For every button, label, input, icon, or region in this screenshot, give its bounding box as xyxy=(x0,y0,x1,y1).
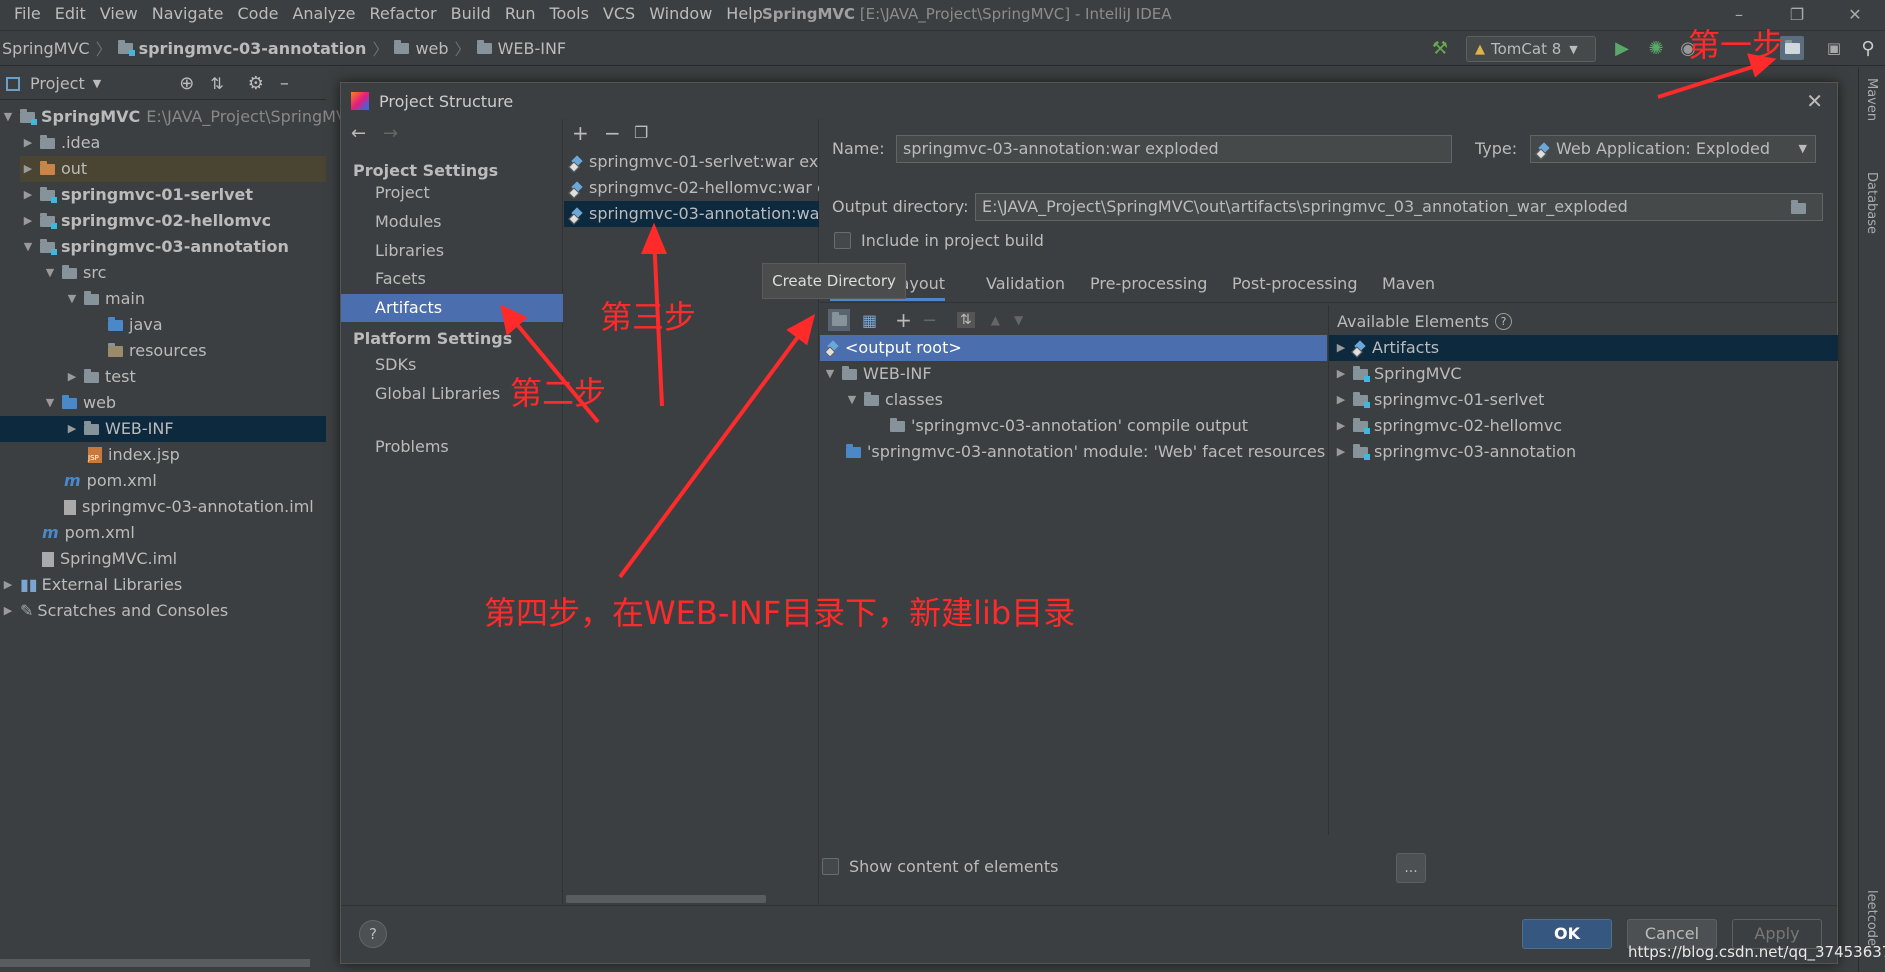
annotation-arrows xyxy=(500,53,1777,579)
step3-annotation: 第三步 xyxy=(600,298,697,336)
step2-annotation: 第二步 xyxy=(510,374,607,412)
step4-arrowhead xyxy=(786,314,816,346)
step4-arrow xyxy=(618,324,808,579)
watermark: https://blog.csdn.net/qq_37453637 xyxy=(1628,943,1885,961)
step1-annotation: 第一步 xyxy=(1688,26,1785,64)
step4-annotation: 第四步，在WEB-INF目录下，新建lib目录 xyxy=(484,594,1076,632)
step3-arrowhead xyxy=(641,222,667,254)
step1-arrow xyxy=(1657,60,1769,99)
